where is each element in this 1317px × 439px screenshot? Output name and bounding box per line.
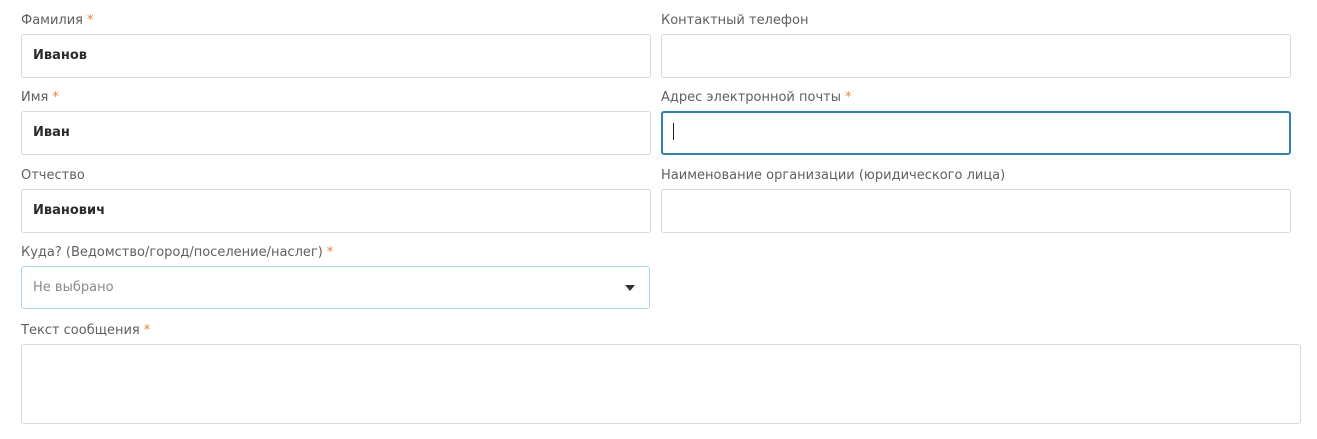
destination-select[interactable]: Не выбрано xyxy=(21,266,650,309)
message-textarea[interactable] xyxy=(21,344,1301,424)
destination-label: Куда? (Ведомство/город/поселение/наслег)… xyxy=(21,245,334,260)
destination-selected-value: Не выбрано xyxy=(33,280,114,295)
text-cursor xyxy=(673,123,674,140)
message-label: Текст сообщения * xyxy=(21,323,151,338)
middle-name-label: Отчество xyxy=(21,168,85,183)
chevron-down-icon[interactable] xyxy=(625,285,635,291)
required-mark: * xyxy=(143,323,151,338)
organization-label: Наименование организации (юридического л… xyxy=(661,168,1006,183)
last-name-field: Фамилия * Иванов xyxy=(21,13,651,78)
last-name-label: Фамилия * xyxy=(21,13,94,28)
first-name-label: Имя * xyxy=(21,90,59,105)
destination-field: Куда? (Ведомство/город/поселение/наслег)… xyxy=(21,245,650,309)
middle-name-input[interactable]: Иванович xyxy=(21,189,651,233)
message-field: Текст сообщения * xyxy=(21,323,1301,424)
email-field: Адрес электронной почты * xyxy=(661,90,1291,155)
first-name-field: Имя * Иван xyxy=(21,90,651,155)
phone-input[interactable] xyxy=(661,34,1291,78)
middle-name-field: Отчество Иванович xyxy=(21,168,651,233)
email-label: Адрес электронной почты * xyxy=(661,90,852,105)
required-mark: * xyxy=(845,90,852,105)
organization-input[interactable] xyxy=(661,189,1291,233)
first-name-input[interactable]: Иван xyxy=(21,111,651,155)
phone-field: Контактный телефон xyxy=(661,13,1291,78)
email-input[interactable] xyxy=(661,111,1291,155)
phone-label: Контактный телефон xyxy=(661,13,809,28)
organization-field: Наименование организации (юридического л… xyxy=(661,168,1291,233)
last-name-input[interactable]: Иванов xyxy=(21,34,651,78)
required-mark: * xyxy=(326,245,334,260)
required-mark: * xyxy=(52,90,59,105)
required-mark: * xyxy=(87,13,94,28)
